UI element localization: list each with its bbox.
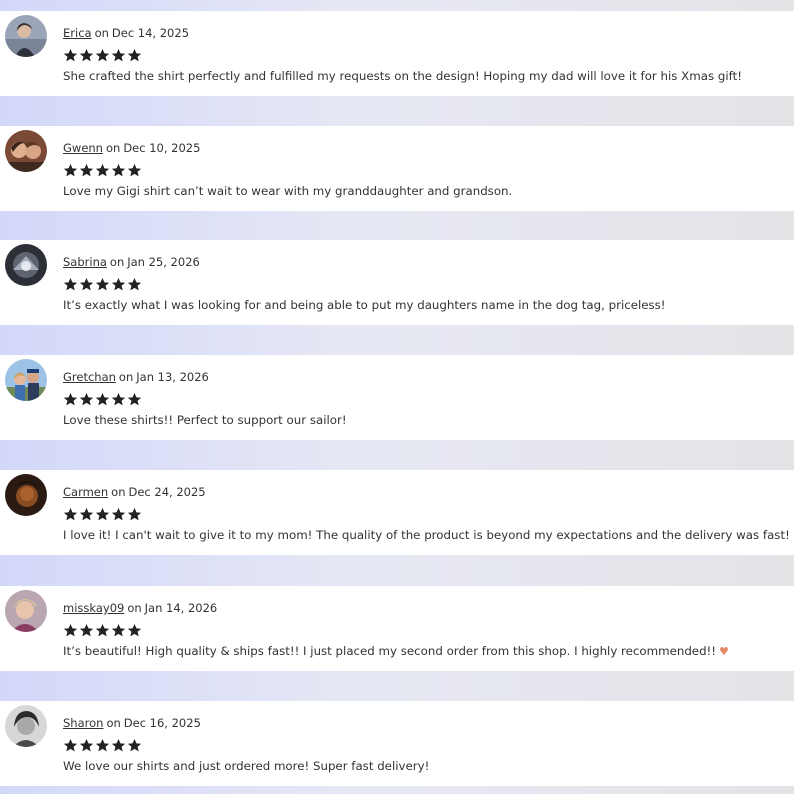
star-icon [63,392,78,406]
star-icon [63,623,78,637]
on-word: on [94,26,109,40]
star-rating [63,163,142,179]
star-icon [111,163,126,177]
star-rating [63,392,142,408]
star-rating [63,507,142,523]
reviewer-name-link[interactable]: Erica [63,26,92,40]
avatar-photo-icon[interactable] [5,15,47,57]
star-rating [63,277,142,293]
star-icon [111,507,126,521]
review-text: I love it! I can't wait to give it to my… [63,528,790,542]
star-icon [111,277,126,291]
on-word: on [106,716,121,730]
review-card-erica: Erica on Dec 14, 2025 She crafted the shir… [0,11,794,96]
review-meta: Gwenn on Dec 10, 2025 [63,141,200,155]
star-icon [79,623,94,637]
star-icon [127,277,142,291]
star-icon [63,48,78,62]
star-icon [63,277,78,291]
review-date: Jan 14, 2026 [144,601,218,615]
review-meta: misskay09 on Jan 14, 2026 [63,601,217,615]
avatar-photo-icon[interactable] [5,244,47,286]
star-icon [111,738,126,752]
star-icon [63,738,78,752]
review-card-sabrina: Sabrina on Jan 25, 2026 It’s exactly what … [0,240,794,325]
avatar-photo-icon[interactable] [5,474,47,516]
star-icon [95,48,110,62]
review-card-gwenn: Gwenn on Dec 10, 2025 Love my Gigi shirt c… [0,126,794,211]
review-text-body: It’s beautiful! High quality & ships fas… [63,644,717,658]
review-meta: Carmen on Dec 24, 2025 [63,485,206,499]
star-icon [127,738,142,752]
star-icon [111,392,126,406]
on-word: on [118,370,134,384]
review-meta: Sabrina on Jan 25, 2026 [63,255,200,269]
review-date: Dec 16, 2025 [123,716,201,730]
review-text: Love these shirts!! Perfect to support o… [63,413,347,427]
star-icon [79,507,94,521]
reviewer-name-link[interactable]: misskay09 [63,601,124,615]
reviewer-name-link[interactable]: Carmen [63,485,108,499]
star-icon [95,623,110,637]
review-card-gretchan: Gretchan on Jan 13, 2026 Love these shirts… [0,355,794,440]
reviewer-name-link[interactable]: Gwenn [63,141,103,155]
star-icon [127,507,142,521]
star-icon [63,163,78,177]
review-card-sharon: Sharon on Dec 16, 2025 We love our shirts … [0,701,794,786]
star-rating [63,48,142,64]
reviews-list: Erica on Dec 14, 2025 She crafted the shir… [0,0,794,794]
star-icon [79,277,94,291]
star-icon [95,163,110,177]
star-icon [79,392,94,406]
review-text: It’s beautiful! High quality & ships fas… [63,644,729,659]
on-word: on [109,255,125,269]
avatar-photo-icon[interactable] [5,590,47,632]
review-card-carmen: Carmen on Dec 24, 2025 I love it! I can't … [0,470,794,555]
star-icon [79,48,94,62]
review-meta: Gretchan on Jan 13, 2026 [63,370,209,384]
star-icon [111,48,126,62]
review-date: Jan 13, 2026 [136,370,209,384]
review-meta: Sharon on Dec 16, 2025 [63,716,201,730]
star-rating [63,738,142,754]
star-icon [63,507,78,521]
reviewer-name-link[interactable]: Sabrina [63,255,107,269]
star-icon [127,163,142,177]
review-date: Dec 24, 2025 [128,485,206,499]
on-word: on [127,601,142,615]
star-rating [63,623,142,639]
star-icon [95,277,110,291]
reviewer-name-link[interactable]: Sharon [63,716,103,730]
review-date: Dec 10, 2025 [123,141,201,155]
star-icon [79,163,94,177]
star-icon [95,392,110,406]
review-text: It’s exactly what I was looking for and … [63,298,666,312]
star-icon [95,738,110,752]
review-text: We love our shirts and just ordered more… [63,759,430,773]
on-word: on [111,485,126,499]
star-icon [127,392,142,406]
heart-hands-emoji-icon: ♥ [719,645,729,658]
avatar-photo-icon[interactable] [5,359,47,401]
reviewer-name-link[interactable]: Gretchan [63,370,116,384]
avatar-photo-icon[interactable] [5,705,47,747]
review-card-misskay09: misskay09 on Jan 14, 2026 It’s beautiful! … [0,586,794,671]
review-date: Dec 14, 2025 [111,26,190,40]
review-text: She crafted the shirt perfectly and fulf… [63,69,742,83]
on-word: on [105,141,121,155]
star-icon [127,48,142,62]
review-meta: Erica on Dec 14, 2025 [63,26,189,40]
star-icon [111,623,126,637]
review-date: Jan 25, 2026 [127,255,200,269]
star-icon [127,623,142,637]
star-icon [79,738,94,752]
avatar-photo-icon[interactable] [5,130,47,172]
review-text: Love my Gigi shirt can’t wait to wear wi… [63,184,513,198]
star-icon [95,507,110,521]
